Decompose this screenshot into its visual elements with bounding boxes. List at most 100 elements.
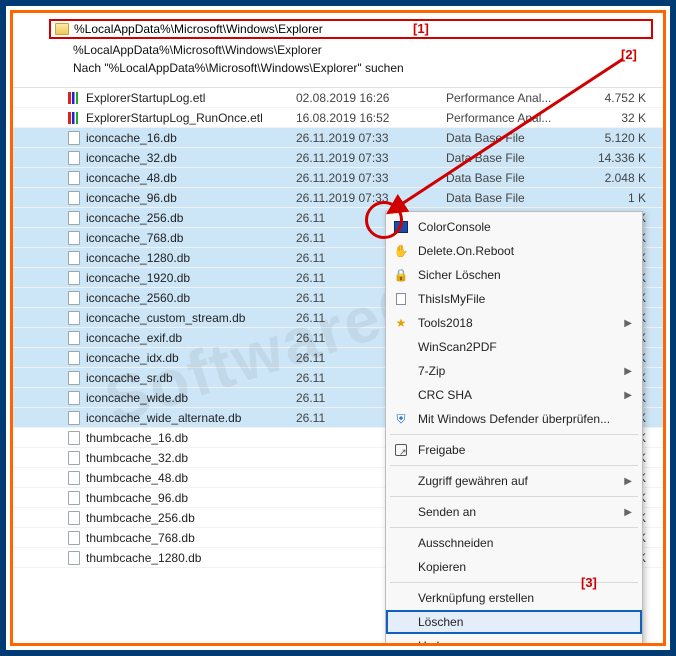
context-separator [390, 434, 638, 435]
context-menu: ColorConsole✋Delete.On.Reboot🔒Sicher Lös… [385, 211, 643, 646]
context-label: Tools2018 [418, 316, 624, 330]
context-item[interactable]: ThisIsMyFile [386, 287, 642, 311]
db-icon [67, 531, 81, 545]
context-item[interactable]: Senden an▶ [386, 500, 642, 524]
context-label: WinScan2PDF [418, 340, 632, 354]
file-name: thumbcache_48.db [86, 471, 296, 485]
context-label: CRC SHA [418, 388, 624, 402]
context-item[interactable]: Zugriff gewähren auf▶ [386, 469, 642, 493]
file-name: iconcache_2560.db [86, 291, 296, 305]
context-item[interactable]: ★Tools2018▶ [386, 311, 642, 335]
db-icon [67, 551, 81, 565]
context-item[interactable]: ⛨Mit Windows Defender überprüfen... [386, 407, 642, 431]
context-label: Zugriff gewähren auf [418, 474, 624, 488]
file-name: thumbcache_1280.db [86, 551, 296, 565]
blank-icon [392, 614, 410, 630]
db-icon [67, 371, 81, 385]
file-name: iconcache_256.db [86, 211, 296, 225]
file-name: thumbcache_16.db [86, 431, 296, 445]
context-label: Verknüpfung erstellen [418, 591, 632, 605]
star-icon: ★ [392, 315, 410, 331]
blank-icon [392, 590, 410, 606]
context-item[interactable]: Kopieren [386, 555, 642, 579]
circle-indicator [365, 201, 403, 239]
address-bar[interactable]: %LocalAppData%\Microsoft\Windows\Explore… [49, 19, 653, 39]
file-name: iconcache_wide_alternate.db [86, 411, 296, 425]
context-item[interactable]: Umbenennen [386, 634, 642, 646]
db-icon [67, 431, 81, 445]
db-icon [67, 171, 81, 185]
db-icon [67, 311, 81, 325]
blank-icon [392, 504, 410, 520]
lock-icon: 🔒 [392, 267, 410, 283]
context-item[interactable]: WinScan2PDF [386, 335, 642, 359]
file-name: thumbcache_96.db [86, 491, 296, 505]
file-name: iconcache_exif.db [86, 331, 296, 345]
annotation-3: [3] [581, 575, 597, 590]
file-name: iconcache_1920.db [86, 271, 296, 285]
shield-icon: ⛨ [392, 411, 410, 427]
db-icon [67, 151, 81, 165]
blank-icon [392, 339, 410, 355]
context-label: 7-Zip [418, 364, 624, 378]
share-icon: ↗ [392, 442, 410, 458]
context-label: Löschen [418, 615, 632, 629]
folder-icon [55, 23, 69, 35]
context-item[interactable]: Ausschneiden [386, 531, 642, 555]
db-icon [67, 411, 81, 425]
submenu-arrow-icon: ▶ [624, 507, 632, 518]
file-name: iconcache_wide.db [86, 391, 296, 405]
context-label: Senden an [418, 505, 624, 519]
file-name: thumbcache_32.db [86, 451, 296, 465]
hand-icon: ✋ [392, 243, 410, 259]
context-label: Kopieren [418, 560, 632, 574]
context-label: Sicher Löschen [418, 268, 632, 282]
file-name: iconcache_32.db [86, 151, 296, 165]
blank-icon [392, 638, 410, 646]
db-icon [67, 331, 81, 345]
submenu-arrow-icon: ▶ [624, 390, 632, 401]
arrow-indicator [373, 53, 633, 223]
context-label: Freigabe [418, 443, 632, 457]
db-icon [67, 351, 81, 365]
context-item[interactable]: 7-Zip▶ [386, 359, 642, 383]
context-item[interactable]: ↗ Freigabe [386, 438, 642, 462]
etl-icon [67, 111, 81, 125]
inner-frame: %LocalAppData%\Microsoft\Windows\Explore… [10, 10, 666, 646]
db-icon [67, 291, 81, 305]
db-icon [67, 511, 81, 525]
context-item[interactable]: Verknüpfung erstellen [386, 586, 642, 610]
db-icon [67, 391, 81, 405]
context-item[interactable]: Löschen [386, 610, 642, 634]
context-item[interactable]: 🔒 Sicher Löschen [386, 263, 642, 287]
file-name: iconcache_768.db [86, 231, 296, 245]
annotation-1: [1] [413, 21, 429, 36]
db-icon [67, 191, 81, 205]
submenu-arrow-icon: ▶ [624, 476, 632, 487]
doc-icon [392, 291, 410, 307]
file-name: iconcache_48.db [86, 171, 296, 185]
blank-icon [392, 363, 410, 379]
context-separator [390, 527, 638, 528]
context-label: ThisIsMyFile [418, 292, 632, 306]
db-icon [67, 251, 81, 265]
address-path[interactable]: %LocalAppData%\Microsoft\Windows\Explore… [74, 22, 647, 36]
outer-frame: %LocalAppData%\Microsoft\Windows\Explore… [0, 0, 676, 656]
file-name: thumbcache_256.db [86, 511, 296, 525]
blank-icon [392, 473, 410, 489]
file-name: iconcache_sr.db [86, 371, 296, 385]
blank-icon [392, 387, 410, 403]
submenu-arrow-icon: ▶ [624, 366, 632, 377]
db-icon [67, 271, 81, 285]
context-separator [390, 465, 638, 466]
file-name: ExplorerStartupLog.etl [86, 91, 296, 105]
context-item[interactable]: CRC SHA▶ [386, 383, 642, 407]
file-name: iconcache_16.db [86, 131, 296, 145]
context-item[interactable]: ✋Delete.On.Reboot [386, 239, 642, 263]
db-icon [67, 471, 81, 485]
db-icon [67, 131, 81, 145]
db-icon [67, 451, 81, 465]
context-label: Ausschneiden [418, 536, 632, 550]
file-name: iconcache_1280.db [86, 251, 296, 265]
db-icon [67, 491, 81, 505]
